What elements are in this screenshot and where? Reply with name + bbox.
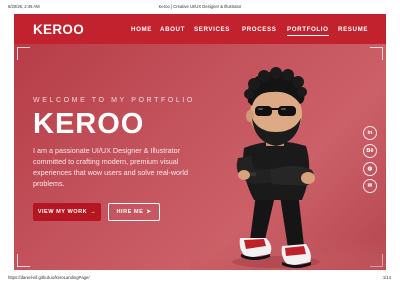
site-logo[interactable]: KEROO: [33, 22, 84, 37]
linkedin-icon: in: [367, 130, 373, 136]
nav-about[interactable]: ABOUT: [160, 26, 185, 33]
view-my-work-label: VIEW MY WORK: [37, 209, 88, 215]
print-title: Keroo | Creative UI/UX Designer & Illust…: [158, 4, 242, 9]
nav-portfolio[interactable]: PORTFOLIO: [287, 26, 329, 36]
hire-me-label: HIRE ME: [116, 209, 144, 215]
view-my-work-button[interactable]: VIEW MY WORK →: [33, 203, 101, 221]
frame-corner-top-left: [17, 47, 30, 60]
frame-corner-top-right: [370, 47, 383, 60]
behance-icon: Bē: [366, 148, 374, 154]
send-icon: ➤: [146, 209, 152, 215]
print-header: 6/20/26, 2:46 AM Keroo | Creative UI/UX …: [0, 0, 400, 12]
social-behance[interactable]: Bē: [363, 144, 377, 158]
print-url: https://daniel-ell.github.io/keroLanding…: [8, 275, 90, 280]
hero-title: KEROO: [33, 108, 145, 140]
print-footer: https://daniel-ell.github.io/keroLanding…: [0, 272, 400, 283]
nav-home[interactable]: HOME: [131, 26, 152, 33]
navbar: KEROO HOME ABOUT SERVICES PROCESS PORTFO…: [14, 14, 386, 44]
hero-description: I am a passionate UI/UX Designer & Illus…: [33, 146, 189, 188]
frame-corner-bottom-left: [17, 254, 30, 267]
avatar-illustration: [232, 67, 320, 268]
nav-resume[interactable]: RESUME: [338, 26, 368, 33]
social-dribbble[interactable]: ◍: [363, 162, 377, 176]
social-email[interactable]: ✉: [363, 179, 377, 193]
email-icon: ✉: [367, 183, 373, 189]
nav-services[interactable]: SERVICES: [194, 26, 230, 33]
social-linkedin[interactable]: in: [363, 126, 377, 140]
hire-me-button[interactable]: HIRE ME ➤: [108, 203, 160, 221]
dribbble-icon: ◍: [367, 166, 373, 172]
print-page-number: 1/14: [382, 275, 391, 280]
landing-page: KEROO HOME ABOUT SERVICES PROCESS PORTFO…: [14, 14, 386, 270]
welcome-text: WELCOME TO MY PORTFOLIO: [33, 97, 195, 104]
nav-process[interactable]: PROCESS: [242, 26, 276, 33]
arrow-right-icon: →: [90, 209, 97, 215]
